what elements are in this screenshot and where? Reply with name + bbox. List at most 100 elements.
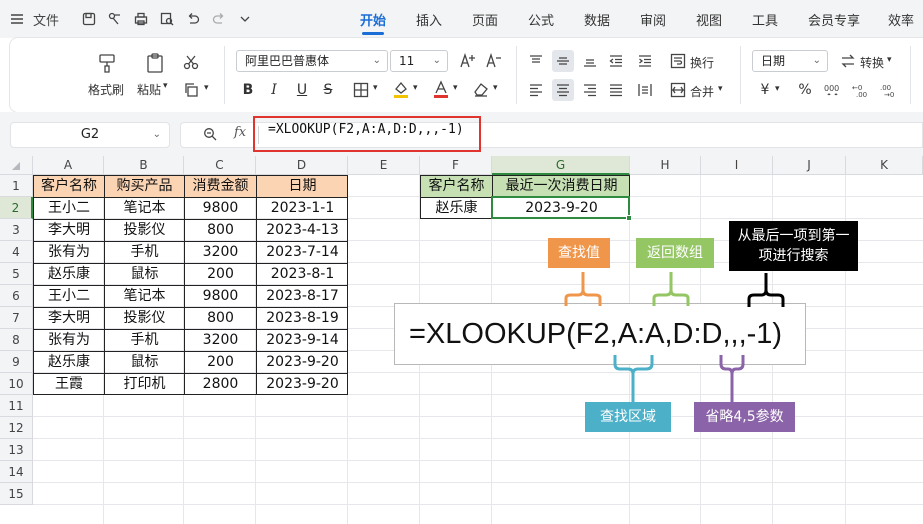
table-cell[interactable]: 张有为 bbox=[33, 241, 104, 263]
column-header-j[interactable]: J bbox=[773, 156, 846, 175]
lookup-header-customer[interactable]: 客户名称 bbox=[420, 175, 492, 197]
tab-review[interactable]: 审阅 bbox=[640, 10, 666, 29]
percent-button[interactable]: % bbox=[796, 80, 814, 100]
row-header-9[interactable]: 9 bbox=[0, 351, 33, 373]
decrease-font-icon[interactable] bbox=[484, 50, 504, 72]
table-cell[interactable]: 打印机 bbox=[104, 373, 184, 395]
table-cell[interactable]: 李大明 bbox=[33, 307, 104, 329]
decrease-decimal-icon[interactable]: .00 →0 bbox=[878, 80, 900, 100]
table-cell[interactable]: 2023-4-13 bbox=[256, 219, 348, 241]
print-icon[interactable] bbox=[132, 9, 150, 29]
row-header-12[interactable]: 12 bbox=[0, 417, 33, 439]
paste-dropdown-icon[interactable]: ▾ bbox=[163, 81, 168, 91]
align-center-icon[interactable] bbox=[552, 79, 574, 101]
row-header-15[interactable]: 15 bbox=[0, 483, 33, 505]
column-header-a[interactable]: A bbox=[33, 156, 104, 175]
table-cell[interactable]: 李大明 bbox=[33, 219, 104, 241]
increase-decimal-icon[interactable]: ←0.00 bbox=[850, 80, 872, 100]
print-preview-icon[interactable] bbox=[158, 9, 176, 29]
row-header-13[interactable]: 13 bbox=[0, 439, 33, 461]
wrap-text-icon[interactable] bbox=[668, 50, 688, 72]
merge-dropdown-icon[interactable]: ▾ bbox=[718, 84, 723, 94]
table-cell[interactable]: 3200 bbox=[184, 241, 256, 263]
row-header-14[interactable]: 14 bbox=[0, 461, 33, 483]
convert-icon[interactable] bbox=[838, 51, 858, 71]
currency-button[interactable]: ¥ bbox=[756, 80, 774, 100]
font-name-select[interactable]: 阿里巴巴普惠体 ⌄ bbox=[236, 50, 388, 72]
hamburger-menu-icon[interactable] bbox=[8, 9, 26, 29]
row-header-5[interactable]: 5 bbox=[0, 263, 33, 285]
table-cell[interactable]: 2023-9-14 bbox=[256, 329, 348, 351]
column-header-f[interactable]: F bbox=[420, 156, 492, 175]
column-header-g[interactable]: G bbox=[492, 156, 630, 175]
row-header-3[interactable]: 3 bbox=[0, 219, 33, 241]
table-header-cell[interactable]: 购买产品 bbox=[104, 175, 184, 197]
column-header-e[interactable]: E bbox=[348, 156, 420, 175]
row-header-7[interactable]: 7 bbox=[0, 307, 33, 329]
bold-button[interactable]: B bbox=[238, 80, 258, 100]
copy-dropdown-icon[interactable]: ▾ bbox=[204, 83, 209, 93]
align-left-icon[interactable] bbox=[526, 79, 546, 101]
borders-dropdown-icon[interactable]: ▾ bbox=[373, 83, 378, 93]
zoom-formula-icon[interactable] bbox=[200, 125, 220, 143]
table-cell[interactable]: 王小二 bbox=[33, 285, 104, 307]
strikethrough-button[interactable]: S bbox=[318, 80, 338, 100]
convert-dropdown-icon[interactable]: ▾ bbox=[887, 55, 892, 65]
format-painter-icon[interactable] bbox=[94, 50, 120, 76]
table-cell[interactable]: 2023-8-1 bbox=[256, 263, 348, 285]
table-cell[interactable]: 笔记本 bbox=[104, 285, 184, 307]
lookup-header-date[interactable]: 最近一次消费日期 bbox=[492, 175, 630, 197]
save-icon[interactable] bbox=[80, 9, 98, 29]
table-cell[interactable]: 2023-9-20 bbox=[256, 351, 348, 373]
undo-icon[interactable] bbox=[184, 9, 202, 29]
tab-page[interactable]: 页面 bbox=[472, 10, 498, 29]
table-cell[interactable]: 赵乐康 bbox=[33, 351, 104, 373]
align-top-icon[interactable] bbox=[526, 50, 546, 72]
paste-icon[interactable] bbox=[142, 50, 168, 76]
share-icon[interactable] bbox=[106, 9, 124, 29]
indent-increase-icon[interactable] bbox=[634, 50, 656, 72]
table-cell[interactable]: 笔记本 bbox=[104, 197, 184, 219]
indent-decrease-icon[interactable] bbox=[606, 50, 626, 72]
tab-insert[interactable]: 插入 bbox=[416, 10, 442, 29]
quick-access-dropdown-icon[interactable] bbox=[236, 9, 254, 29]
active-cell-selection[interactable] bbox=[491, 196, 630, 219]
align-middle-icon[interactable] bbox=[552, 50, 574, 72]
distribute-icon[interactable] bbox=[634, 79, 656, 101]
row-header-10[interactable]: 10 bbox=[0, 373, 33, 395]
file-menu[interactable]: 文件 bbox=[32, 9, 60, 29]
column-header-h[interactable]: H bbox=[630, 156, 701, 175]
merge-cells-icon[interactable] bbox=[668, 79, 688, 101]
merge-cells-label[interactable]: 合并 bbox=[690, 83, 714, 100]
table-cell[interactable]: 2023-7-14 bbox=[256, 241, 348, 263]
table-cell[interactable]: 投影仪 bbox=[104, 307, 184, 329]
align-right-icon[interactable] bbox=[580, 79, 600, 101]
table-cell[interactable]: 2023-1-1 bbox=[256, 197, 348, 219]
name-box[interactable]: G2 ⌄ bbox=[10, 122, 170, 148]
tab-view[interactable]: 视图 bbox=[696, 10, 722, 29]
align-bottom-icon[interactable] bbox=[580, 50, 600, 72]
table-cell[interactable]: 2023-8-19 bbox=[256, 307, 348, 329]
table-cell[interactable]: 张有为 bbox=[33, 329, 104, 351]
column-header-d[interactable]: D bbox=[256, 156, 348, 175]
table-cell[interactable]: 2800 bbox=[184, 373, 256, 395]
thousands-separator-icon[interactable]: 000 bbox=[822, 80, 844, 100]
fill-color-dropdown-icon[interactable]: ▾ bbox=[413, 83, 418, 93]
lookup-customer-cell[interactable]: 赵乐康 bbox=[420, 197, 492, 219]
table-cell[interactable]: 9800 bbox=[184, 285, 256, 307]
fill-handle[interactable] bbox=[626, 215, 632, 221]
table-cell[interactable]: 鼠标 bbox=[104, 351, 184, 373]
tab-efficiency[interactable]: 效率 bbox=[888, 10, 914, 29]
tab-member[interactable]: 会员专享 bbox=[808, 10, 860, 29]
table-cell[interactable]: 9800 bbox=[184, 197, 256, 219]
row-header-11[interactable]: 11 bbox=[0, 395, 33, 417]
table-cell[interactable]: 手机 bbox=[104, 241, 184, 263]
table-cell[interactable]: 2023-8-17 bbox=[256, 285, 348, 307]
currency-dropdown-icon[interactable]: ▾ bbox=[775, 84, 780, 94]
justify-icon[interactable] bbox=[606, 79, 626, 101]
column-header-i[interactable]: I bbox=[701, 156, 773, 175]
table-header-cell[interactable]: 消费金额 bbox=[184, 175, 256, 197]
wrap-text-label[interactable]: 换行 bbox=[690, 54, 714, 71]
table-header-cell[interactable]: 日期 bbox=[256, 175, 348, 197]
font-color-dropdown-icon[interactable]: ▾ bbox=[453, 83, 458, 93]
